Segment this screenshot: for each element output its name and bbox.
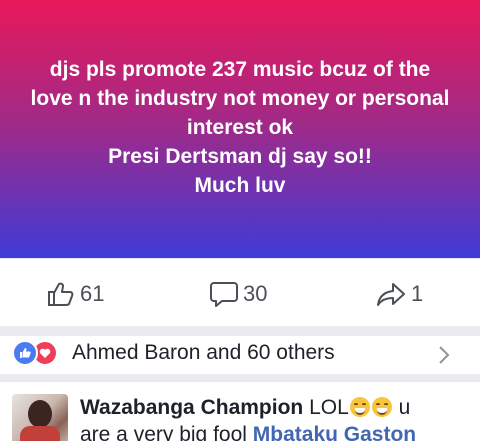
- section-divider: [0, 326, 480, 336]
- status-line: interest ok: [186, 115, 294, 139]
- status-post-background: djs pls promote 237 music bcuz of the lo…: [0, 0, 480, 258]
- status-line: djs pls promote 237 music bcuz of the: [49, 57, 431, 81]
- comment-text-line2: are a very big fool: [80, 423, 253, 441]
- comment-text-tail: u: [392, 396, 411, 419]
- share-arrow-icon: [377, 283, 405, 306]
- like-count: 61: [80, 281, 105, 306]
- grinning-sweat-emoji-icon: [349, 397, 370, 417]
- status-post-text: djs pls promote 237 music bcuz of the lo…: [19, 55, 462, 200]
- thumbs-up-icon: [48, 282, 74, 306]
- post-action-bar: 61 30 1: [0, 258, 480, 327]
- status-line: love n the industry not money or persona…: [30, 86, 450, 110]
- status-line: Presi Dertsman dj say so!!: [108, 144, 372, 168]
- comment-text: LOL: [309, 396, 349, 419]
- grinning-sweat-emoji-icon: [371, 397, 392, 417]
- share-button[interactable]: 1: [376, 281, 423, 307]
- comment-mention[interactable]: Mbataku Gaston: [253, 423, 416, 441]
- commenter-avatar[interactable]: [12, 394, 68, 441]
- reaction-icons: [12, 340, 64, 366]
- section-divider: [0, 374, 480, 382]
- reactions-summary-text: Ahmed Baron and 60 others: [72, 341, 335, 364]
- reactions-summary-row[interactable]: Ahmed Baron and 60 others: [0, 336, 480, 374]
- comment-author[interactable]: Wazabanga Champion: [80, 396, 303, 419]
- comment-button[interactable]: 30: [210, 281, 267, 307]
- comment-bubble-icon: [210, 282, 238, 307]
- like-reaction-icon: [12, 340, 38, 366]
- chevron-right-icon[interactable]: [437, 344, 451, 366]
- comment-item: Wazabanga Champion LOL u are a very big …: [0, 382, 480, 441]
- share-count: 1: [411, 281, 424, 306]
- comment-body: Wazabanga Champion LOL u are a very big …: [80, 394, 472, 441]
- status-line: Much luv: [194, 173, 286, 197]
- comment-count: 30: [243, 281, 268, 306]
- like-button[interactable]: 61: [47, 281, 104, 307]
